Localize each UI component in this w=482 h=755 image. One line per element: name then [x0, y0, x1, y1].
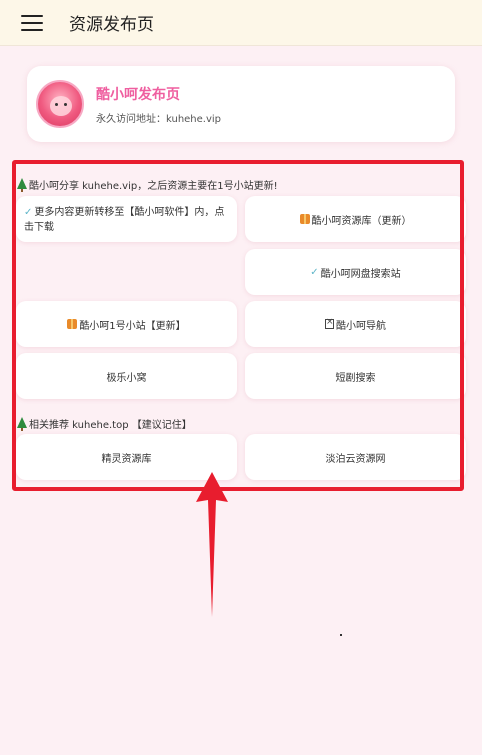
- avatar: [36, 80, 84, 128]
- profile-name: 酷小呵发布页: [96, 86, 180, 103]
- stray-dot: [340, 634, 342, 636]
- highlight-annotation-box: [12, 160, 464, 491]
- page-title: 资源发布页: [69, 15, 154, 35]
- hamburger-menu-icon[interactable]: [21, 14, 43, 31]
- up-arrow-annotation: [196, 472, 228, 617]
- top-app-bar: 资源发布页: [0, 0, 482, 46]
- profile-url: 永久访问地址：kuhehe.vip: [96, 113, 222, 125]
- profile-card: 酷小呵发布页 永久访问地址：kuhehe.vip: [27, 66, 455, 142]
